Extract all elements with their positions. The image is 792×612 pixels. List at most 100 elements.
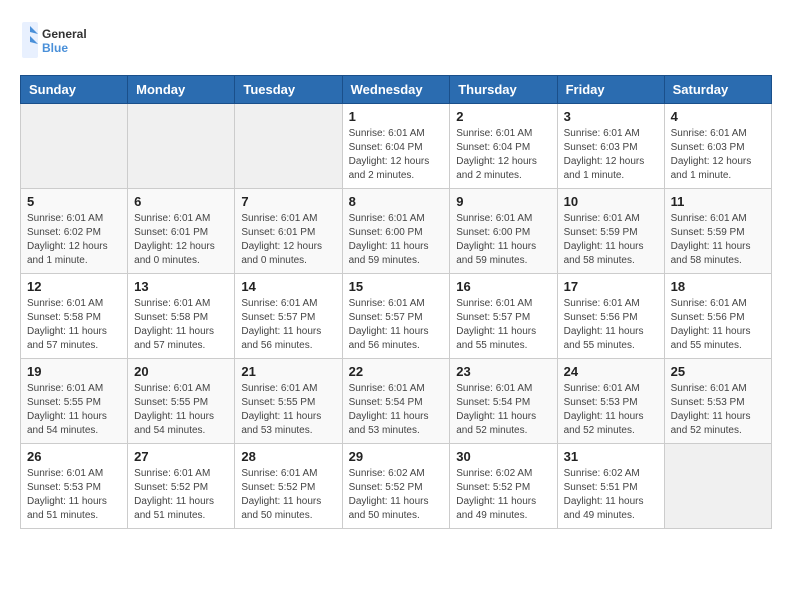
calendar-cell: 22 Sunrise: 6:01 AM Sunset: 5:54 PM Dayli…	[342, 359, 450, 444]
calendar-cell	[128, 104, 235, 189]
day-info: Sunrise: 6:01 AM Sunset: 5:54 PM Dayligh…	[349, 382, 444, 438]
day-info: Sunrise: 6:01 AM Sunset: 5:56 PM Dayligh…	[671, 297, 765, 353]
calendar-cell: 11 Sunrise: 6:01 AM Sunset: 5:59 PM Dayli…	[664, 189, 771, 274]
day-info: Sunrise: 6:01 AM Sunset: 5:54 PM Dayligh…	[456, 382, 550, 438]
calendar-cell: 5 Sunrise: 6:01 AM Sunset: 6:02 PM Daylig…	[21, 189, 128, 274]
day-number: 17	[564, 279, 658, 294]
day-number: 23	[456, 364, 550, 379]
calendar-cell: 29 Sunrise: 6:02 AM Sunset: 5:52 PM Dayli…	[342, 444, 450, 529]
day-info: Sunrise: 6:01 AM Sunset: 6:03 PM Dayligh…	[671, 127, 765, 183]
weekday-header-sunday: Sunday	[21, 76, 128, 104]
week-row-3: 12Sunrise: 6:01 AM Sunset: 5:58 PM Dayli…	[21, 274, 772, 359]
day-info: Sunrise: 6:01 AM Sunset: 5:52 PM Dayligh…	[241, 467, 335, 523]
calendar-cell: 3 Sunrise: 6:01 AM Sunset: 6:03 PM Daylig…	[557, 104, 664, 189]
calendar-cell: 9Sunrise: 6:01 AM Sunset: 6:00 PM Daylig…	[450, 189, 557, 274]
calendar-cell: 4 Sunrise: 6:01 AM Sunset: 6:03 PM Daylig…	[664, 104, 771, 189]
day-number: 11	[671, 194, 765, 209]
day-info: Sunrise: 6:02 AM Sunset: 5:52 PM Dayligh…	[456, 467, 550, 523]
day-number: 30	[456, 449, 550, 464]
day-number: 22	[349, 364, 444, 379]
day-info: Sunrise: 6:01 AM Sunset: 5:57 PM Dayligh…	[456, 297, 550, 353]
day-info: Sunrise: 6:01 AM Sunset: 5:58 PM Dayligh…	[134, 297, 228, 353]
calendar-cell: 28 Sunrise: 6:01 AM Sunset: 5:52 PM Dayli…	[235, 444, 342, 529]
weekday-header-tuesday: Tuesday	[235, 76, 342, 104]
day-info: Sunrise: 6:01 AM Sunset: 5:57 PM Dayligh…	[349, 297, 444, 353]
day-number: 15	[349, 279, 444, 294]
calendar-cell: 26 Sunrise: 6:01 AM Sunset: 5:53 PM Dayli…	[21, 444, 128, 529]
day-number: 13	[134, 279, 228, 294]
day-number: 14	[241, 279, 335, 294]
day-number: 4	[671, 109, 765, 124]
day-number: 6	[134, 194, 228, 209]
day-info: Sunrise: 6:01 AM Sunset: 5:56 PM Dayligh…	[564, 297, 658, 353]
day-info: Sunrise: 6:01 AM Sunset: 5:53 PM Dayligh…	[564, 382, 658, 438]
day-info: Sunrise: 6:01 AM Sunset: 5:53 PM Dayligh…	[671, 382, 765, 438]
weekday-header-saturday: Saturday	[664, 76, 771, 104]
day-info: Sunrise: 6:02 AM Sunset: 5:52 PM Dayligh…	[349, 467, 444, 523]
calendar-cell: 30 Sunrise: 6:02 AM Sunset: 5:52 PM Dayli…	[450, 444, 557, 529]
calendar-cell: 6 Sunrise: 6:01 AM Sunset: 6:01 PM Daylig…	[128, 189, 235, 274]
calendar-cell	[235, 104, 342, 189]
calendar-cell: 15 Sunrise: 6:01 AM Sunset: 5:57 PM Dayli…	[342, 274, 450, 359]
weekday-header-friday: Friday	[557, 76, 664, 104]
weekday-header-monday: Monday	[128, 76, 235, 104]
calendar-cell: 2Sunrise: 6:01 AM Sunset: 6:04 PM Daylig…	[450, 104, 557, 189]
day-number: 25	[671, 364, 765, 379]
day-info: Sunrise: 6:02 AM Sunset: 5:51 PM Dayligh…	[564, 467, 658, 523]
day-number: 1	[349, 109, 444, 124]
logo: General Blue	[20, 20, 100, 60]
day-info: Sunrise: 6:01 AM Sunset: 5:52 PM Dayligh…	[134, 467, 228, 523]
day-number: 18	[671, 279, 765, 294]
calendar-cell: 19Sunrise: 6:01 AM Sunset: 5:55 PM Dayli…	[21, 359, 128, 444]
calendar-cell: 1 Sunrise: 6:01 AM Sunset: 6:04 PM Daylig…	[342, 104, 450, 189]
day-number: 26	[27, 449, 121, 464]
day-info: Sunrise: 6:01 AM Sunset: 5:59 PM Dayligh…	[671, 212, 765, 268]
calendar-cell: 13 Sunrise: 6:01 AM Sunset: 5:58 PM Dayli…	[128, 274, 235, 359]
day-number: 16	[456, 279, 550, 294]
weekday-header-row: SundayMondayTuesdayWednesdayThursdayFrid…	[21, 76, 772, 104]
day-number: 5	[27, 194, 121, 209]
weekday-header-thursday: Thursday	[450, 76, 557, 104]
day-info: Sunrise: 6:01 AM Sunset: 6:00 PM Dayligh…	[349, 212, 444, 268]
calendar-cell: 12Sunrise: 6:01 AM Sunset: 5:58 PM Dayli…	[21, 274, 128, 359]
day-info: Sunrise: 6:01 AM Sunset: 6:04 PM Dayligh…	[349, 127, 444, 183]
day-info: Sunrise: 6:01 AM Sunset: 5:55 PM Dayligh…	[134, 382, 228, 438]
day-info: Sunrise: 6:01 AM Sunset: 5:59 PM Dayligh…	[564, 212, 658, 268]
day-info: Sunrise: 6:01 AM Sunset: 5:57 PM Dayligh…	[241, 297, 335, 353]
day-number: 9	[456, 194, 550, 209]
calendar-cell: 18 Sunrise: 6:01 AM Sunset: 5:56 PM Dayli…	[664, 274, 771, 359]
calendar-cell	[664, 444, 771, 529]
day-info: Sunrise: 6:01 AM Sunset: 6:02 PM Dayligh…	[27, 212, 121, 268]
week-row-1: 1 Sunrise: 6:01 AM Sunset: 6:04 PM Daylig…	[21, 104, 772, 189]
logo-svg: General Blue	[20, 20, 100, 60]
day-info: Sunrise: 6:01 AM Sunset: 5:58 PM Dayligh…	[27, 297, 121, 353]
day-number: 28	[241, 449, 335, 464]
day-number: 20	[134, 364, 228, 379]
svg-text:General: General	[42, 27, 87, 41]
day-info: Sunrise: 6:01 AM Sunset: 5:53 PM Dayligh…	[27, 467, 121, 523]
calendar-cell: 25 Sunrise: 6:01 AM Sunset: 5:53 PM Dayli…	[664, 359, 771, 444]
day-info: Sunrise: 6:01 AM Sunset: 6:01 PM Dayligh…	[134, 212, 228, 268]
day-info: Sunrise: 6:01 AM Sunset: 5:55 PM Dayligh…	[27, 382, 121, 438]
calendar-cell: 7Sunrise: 6:01 AM Sunset: 6:01 PM Daylig…	[235, 189, 342, 274]
calendar-cell: 10 Sunrise: 6:01 AM Sunset: 5:59 PM Dayli…	[557, 189, 664, 274]
day-number: 3	[564, 109, 658, 124]
calendar-cell: 8Sunrise: 6:01 AM Sunset: 6:00 PM Daylig…	[342, 189, 450, 274]
calendar-cell: 27 Sunrise: 6:01 AM Sunset: 5:52 PM Dayli…	[128, 444, 235, 529]
calendar-cell: 20 Sunrise: 6:01 AM Sunset: 5:55 PM Dayli…	[128, 359, 235, 444]
day-number: 24	[564, 364, 658, 379]
calendar-cell: 21Sunrise: 6:01 AM Sunset: 5:55 PM Dayli…	[235, 359, 342, 444]
weekday-header-wednesday: Wednesday	[342, 76, 450, 104]
calendar-cell: 24 Sunrise: 6:01 AM Sunset: 5:53 PM Dayli…	[557, 359, 664, 444]
calendar-cell	[21, 104, 128, 189]
day-number: 10	[564, 194, 658, 209]
calendar-cell: 14 Sunrise: 6:01 AM Sunset: 5:57 PM Dayli…	[235, 274, 342, 359]
day-info: Sunrise: 6:01 AM Sunset: 6:03 PM Dayligh…	[564, 127, 658, 183]
day-number: 29	[349, 449, 444, 464]
day-number: 27	[134, 449, 228, 464]
week-row-5: 26 Sunrise: 6:01 AM Sunset: 5:53 PM Dayli…	[21, 444, 772, 529]
calendar-cell: 16 Sunrise: 6:01 AM Sunset: 5:57 PM Dayli…	[450, 274, 557, 359]
day-number: 31	[564, 449, 658, 464]
week-row-4: 19Sunrise: 6:01 AM Sunset: 5:55 PM Dayli…	[21, 359, 772, 444]
day-info: Sunrise: 6:01 AM Sunset: 6:01 PM Dayligh…	[241, 212, 335, 268]
